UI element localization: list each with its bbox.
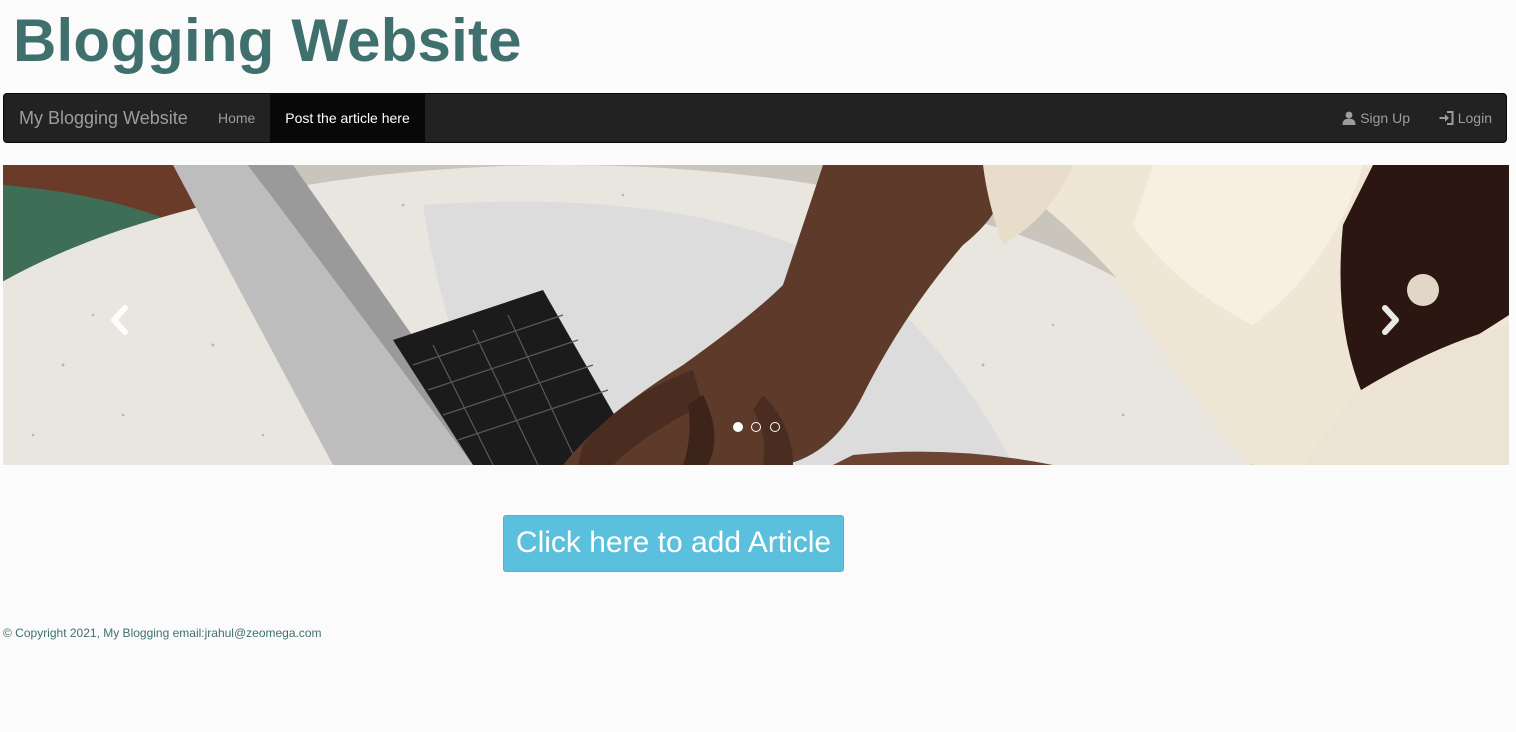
login-icon	[1439, 111, 1454, 125]
nav-item-post-article[interactable]: Post the article here	[270, 94, 425, 143]
nav-item-sign-up[interactable]: Sign Up	[1342, 94, 1410, 143]
carousel-indicator-1[interactable]	[733, 421, 743, 432]
carousel-next-button[interactable]	[1377, 305, 1405, 335]
footer-copyright: © Copyright 2021, My Blogging email:jrah…	[3, 626, 322, 640]
nav-item-login[interactable]: Login	[1439, 94, 1492, 143]
carousel-indicators	[733, 418, 784, 432]
chevron-left-icon	[111, 305, 128, 335]
site-title: Blogging Website	[13, 7, 522, 74]
sign-up-label: Sign Up	[1360, 110, 1410, 126]
chevron-right-icon	[1382, 305, 1399, 335]
user-icon	[1342, 111, 1356, 125]
carousel-indicator-3[interactable]	[769, 421, 780, 432]
nav-item-home[interactable]: Home	[218, 94, 255, 143]
login-label: Login	[1457, 110, 1492, 126]
carousel-prev-button[interactable]	[105, 305, 133, 335]
add-article-button[interactable]: Click here to add Article	[503, 515, 844, 572]
image-carousel	[3, 165, 1509, 465]
navbar: My Blogging Website Home Post the articl…	[3, 93, 1507, 143]
navbar-brand[interactable]: My Blogging Website	[19, 94, 188, 143]
